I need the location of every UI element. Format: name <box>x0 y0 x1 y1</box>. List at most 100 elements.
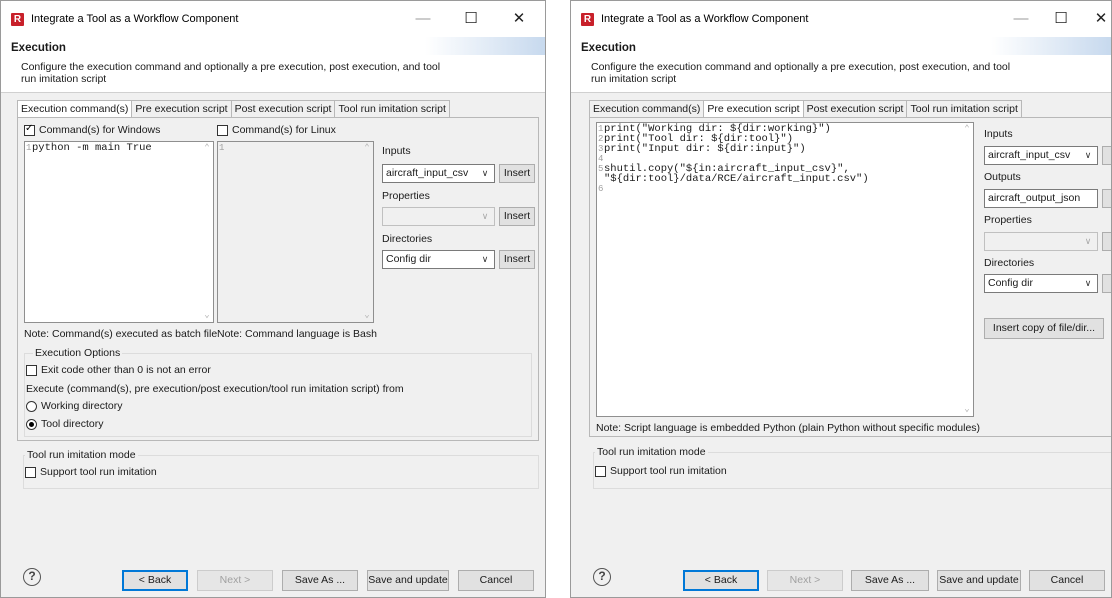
tab-bar: Execution command(s) Pre execution scrip… <box>17 100 450 118</box>
directories-select[interactable]: Config dir ∨ <box>984 274 1098 293</box>
chevron-down-icon: ∨ <box>1084 150 1092 160</box>
wizard-footer: ? < Back Next > Save As ... Save and upd… <box>571 563 1111 597</box>
execution-options-group: Execution Options Exit code other than 0… <box>24 347 532 437</box>
help-icon[interactable]: ? <box>23 568 41 586</box>
minimize-button[interactable]: — <box>401 5 445 33</box>
app-logo-icon: R <box>581 13 594 26</box>
tab-pre-execution-script[interactable]: Pre execution script <box>704 101 804 118</box>
minimize-button[interactable]: — <box>999 5 1043 33</box>
linux-commands-checkbox-box[interactable] <box>217 124 228 136</box>
header-banner-decoration <box>425 37 545 55</box>
insert-directory-button[interactable]: Insert <box>499 250 535 269</box>
support-imitation-checkbox-box[interactable] <box>25 466 36 478</box>
pre-execution-script-editor[interactable]: 1 print("Working dir: ${dir:working}") 2p… <box>596 122 974 417</box>
close-button[interactable]: ✕ <box>1079 5 1111 33</box>
support-imitation-checkbox-label: Support tool run imitation <box>610 465 727 477</box>
insert-input-button[interactable] <box>1102 146 1111 165</box>
windows-commands-editor[interactable]: 1 python -m main True ⌃ ⌄ <box>24 141 214 323</box>
help-icon[interactable]: ? <box>593 568 611 586</box>
save-as-button[interactable]: Save As ... <box>851 570 929 591</box>
code-line: "${dir:tool}/data/RCE/aircraft_input.csv… <box>604 173 869 185</box>
tab-post-execution-script[interactable]: Post execution script <box>232 101 336 118</box>
directories-label: Directories <box>382 233 433 245</box>
save-as-button[interactable]: Save As ... <box>282 570 358 591</box>
inputs-select[interactable]: aircraft_input_csv ∨ <box>382 164 495 183</box>
working-directory-radio[interactable]: Working directory <box>26 400 123 412</box>
working-directory-radio-dot[interactable] <box>26 400 37 412</box>
page-description: Configure the execution command and opti… <box>21 61 441 85</box>
back-button[interactable]: < Back <box>122 570 188 591</box>
outputs-label: Outputs <box>984 171 1021 183</box>
linux-commands-checkbox-label: Command(s) for Linux <box>232 124 336 136</box>
insert-property-button[interactable] <box>1102 232 1111 251</box>
next-button[interactable]: Next > <box>197 570 273 591</box>
insert-property-button[interactable]: Insert <box>499 207 535 226</box>
support-imitation-checkbox[interactable]: Support tool run imitation <box>25 466 157 478</box>
imitation-mode-title: Tool run imitation mode <box>25 449 138 461</box>
chevron-down-icon: ∨ <box>481 254 489 264</box>
insert-copy-button[interactable]: Insert copy of file/dir... <box>984 318 1104 339</box>
insert-directory-button[interactable] <box>1102 274 1111 293</box>
windows-note: Note: Command(s) executed as batch file <box>24 328 218 340</box>
linux-commands-editor[interactable]: 1 ⌃ ⌄ <box>217 141 374 323</box>
imitation-mode-group: Tool run imitation mode Support tool run… <box>23 449 539 489</box>
windows-commands-checkbox[interactable]: Command(s) for Windows <box>24 123 161 136</box>
directories-select[interactable]: Config dir ∨ <box>382 250 495 269</box>
outputs-select[interactable]: aircraft_output_json <box>984 189 1098 208</box>
title-bar[interactable]: R Integrate a Tool as a Workflow Compone… <box>1 1 545 37</box>
tab-execution-commands[interactable]: Execution command(s) <box>590 101 705 118</box>
tab-pre-execution-script[interactable]: Pre execution script <box>132 101 232 118</box>
maximize-button[interactable]: ☐ <box>1039 5 1083 33</box>
properties-select[interactable]: ∨ <box>382 207 495 226</box>
tab-tool-run-imitation-script[interactable]: Tool run imitation script <box>335 101 448 118</box>
tab-content-pre-execution-script: 1 print("Working dir: ${dir:working}") 2p… <box>589 117 1111 437</box>
close-button[interactable]: ✕ <box>497 5 541 33</box>
save-and-update-button[interactable]: Save and update <box>367 570 449 591</box>
script-editor-scrollbar[interactable]: ⌃ ⌄ <box>961 123 973 416</box>
insert-output-button[interactable] <box>1102 189 1111 208</box>
window-title: Integrate a Tool as a Workflow Component <box>601 13 809 25</box>
execution-options-title: Execution Options <box>33 347 123 359</box>
exit-code-checkbox[interactable]: Exit code other than 0 is not an error <box>26 364 211 376</box>
page-header: Execution Configure the execution comman… <box>571 37 1111 93</box>
support-imitation-checkbox-box[interactable] <box>595 465 606 477</box>
next-button[interactable]: Next > <box>767 570 843 591</box>
windows-commands-checkbox-label: Command(s) for Windows <box>39 124 161 136</box>
scroll-up-icon[interactable]: ⌃ <box>203 144 211 153</box>
cancel-button[interactable]: Cancel <box>458 570 534 591</box>
inputs-select[interactable]: aircraft_input_csv ∨ <box>984 146 1098 165</box>
linux-note: Note: Command language is Bash <box>217 328 377 340</box>
directories-label: Directories <box>984 257 1035 269</box>
scroll-down-icon[interactable]: ⌄ <box>203 311 211 320</box>
page-header: Execution Configure the execution comman… <box>1 37 545 93</box>
cancel-button[interactable]: Cancel <box>1029 570 1105 591</box>
tool-directory-radio[interactable]: Tool directory <box>26 418 103 430</box>
app-logo-icon: R <box>11 13 24 26</box>
title-bar[interactable]: R Integrate a Tool as a Workflow Compone… <box>571 1 1111 37</box>
save-and-update-button[interactable]: Save and update <box>937 570 1021 591</box>
script-language-note: Note: Script language is embedded Python… <box>596 422 981 434</box>
scroll-up-icon[interactable]: ⌃ <box>963 125 971 134</box>
maximize-button[interactable]: ☐ <box>449 5 493 33</box>
exit-code-checkbox-box[interactable] <box>26 364 37 376</box>
header-banner-decoration <box>991 37 1111 55</box>
code-line: 1 python -m main True <box>26 142 152 154</box>
tab-execution-commands[interactable]: Execution command(s) <box>18 101 133 118</box>
linux-commands-checkbox[interactable]: Command(s) for Linux <box>217 124 336 136</box>
properties-select[interactable]: ∨ <box>984 232 1098 251</box>
windows-editor-scrollbar[interactable]: ⌃ ⌄ <box>201 142 213 322</box>
scroll-down-icon[interactable]: ⌄ <box>363 311 371 320</box>
tab-tool-run-imitation-script[interactable]: Tool run imitation script <box>907 101 1020 118</box>
code-line: 1 <box>219 143 225 153</box>
scroll-down-icon[interactable]: ⌄ <box>963 405 971 414</box>
tool-directory-radio-label: Tool directory <box>41 418 104 430</box>
insert-input-button[interactable]: Insert <box>499 164 535 183</box>
scroll-up-icon[interactable]: ⌃ <box>363 144 371 153</box>
tab-post-execution-script[interactable]: Post execution script <box>804 101 908 118</box>
tab-bar: Execution command(s) Pre execution scrip… <box>589 100 1022 118</box>
tool-directory-radio-dot[interactable] <box>26 418 37 430</box>
windows-commands-checkbox-box[interactable] <box>24 123 35 136</box>
support-imitation-checkbox[interactable]: Support tool run imitation <box>595 465 727 477</box>
linux-editor-scrollbar[interactable]: ⌃ ⌄ <box>361 142 373 322</box>
back-button[interactable]: < Back <box>683 570 759 591</box>
